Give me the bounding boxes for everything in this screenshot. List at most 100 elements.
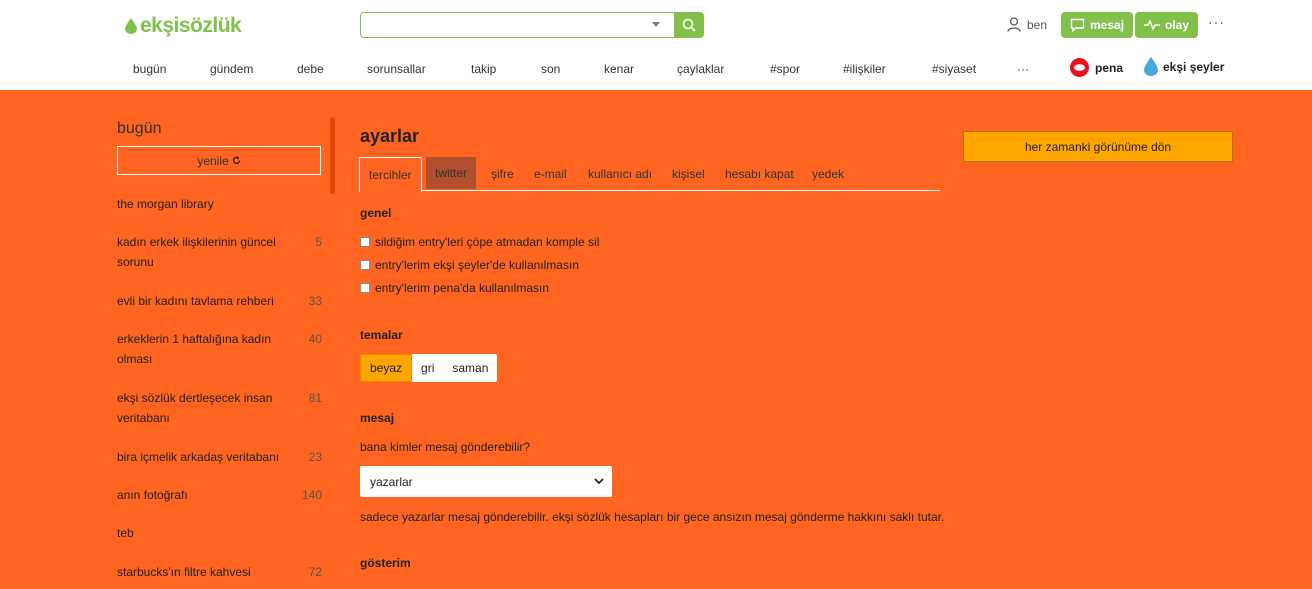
genel-heading: genel (360, 206, 392, 220)
topic-count: 5 (315, 235, 322, 249)
checkbox-delete-permanently[interactable]: sildiğim entry'leri çöpe atmadan komple … (360, 235, 599, 249)
eksi-seyler-label: ekşi şeyler (1163, 59, 1225, 74)
nav-item-more[interactable]: ··· (1017, 62, 1029, 76)
pena-label: pena (1095, 60, 1124, 75)
topic-title: bira içmelik arkadaş veritabanı (117, 450, 280, 464)
checkbox-eksi-seyler-optout[interactable]: entry'lerim ekşi şeyler'de kullanılmasın (360, 258, 579, 272)
drop-icon (125, 18, 137, 34)
nav-item-bugun[interactable]: bugün (133, 62, 166, 76)
refresh-icon (232, 156, 240, 165)
theme-switcher: beyaz gri saman (360, 354, 498, 382)
sidebar-topic[interactable]: evli bir kadını tavlama rehberi 33 (117, 291, 327, 311)
logo[interactable]: ekşisözlük (125, 14, 242, 38)
tab-sifre[interactable]: şifre (491, 157, 514, 191)
settings-tabs: tercihler twitter şifre e-mail kullanıcı… (359, 157, 940, 192)
checkbox-label: entry'lerim ekşi şeyler'de kullanılmasın (375, 258, 579, 272)
refresh-label: yenile (197, 153, 229, 168)
topic-title: ekşi sözlük dertleşecek insan veritabanı (117, 391, 273, 425)
sidebar-topic[interactable]: the morgan library (117, 194, 327, 214)
theme-option-gri[interactable]: gri (412, 354, 443, 382)
topic-count: 140 (301, 488, 322, 502)
nav-item-caylaklar[interactable]: çaylaklar (677, 62, 724, 76)
more-menu-icon[interactable]: ··· (1208, 14, 1225, 30)
olay-button[interactable]: olay (1135, 12, 1199, 38)
nav-item-spor[interactable]: #spor (770, 62, 800, 76)
nav-item-kenar[interactable]: kenar (604, 62, 634, 76)
topic-count: 40 (308, 332, 322, 346)
sidebar-topic[interactable]: teb (117, 523, 327, 543)
checkbox-label: entry'lerim pena'da kullanılmasın (375, 281, 549, 295)
theme-option-saman[interactable]: saman (443, 354, 497, 382)
nav-item-takip[interactable]: takip (471, 62, 496, 76)
checkbox[interactable] (360, 260, 370, 270)
olay-label: olay (1165, 18, 1190, 32)
nav-item-sorunsallar[interactable]: sorunsallar (367, 62, 426, 76)
tab-kisisel[interactable]: kişisel (672, 157, 705, 191)
search-bar (360, 12, 704, 38)
mesaj-label: mesaj (1090, 18, 1125, 32)
gosterim-heading: gösterim (360, 556, 411, 570)
mesaj-button[interactable]: mesaj (1061, 12, 1134, 38)
pena-icon (1070, 58, 1089, 77)
checkbox-pena-optout[interactable]: entry'lerim pena'da kullanılmasın (360, 281, 549, 295)
activity-icon (1144, 19, 1160, 31)
header: ekşisözlük ben mesaj olay ··· bugün günd… (0, 0, 1312, 90)
select-value: yazarlar (370, 474, 413, 489)
mesaj-permission-select[interactable]: yazarlar (360, 466, 612, 497)
user-icon (1007, 17, 1021, 32)
topic-count: 72 (308, 565, 322, 579)
sidebar-title[interactable]: bugün (117, 120, 162, 138)
refresh-button[interactable]: yenile (117, 146, 321, 175)
tab-kullanici-adi[interactable]: kullanıcı adı (588, 157, 652, 191)
checkbox[interactable] (360, 237, 370, 247)
logo-text: ekşisözlük (140, 14, 242, 37)
topic-title: the morgan library (117, 197, 214, 211)
topic-count: 23 (308, 450, 322, 464)
chevron-down-icon (594, 478, 604, 485)
sidebar-topic[interactable]: bira içmelik arkadaş veritabanı 23 (117, 447, 327, 467)
sidebar-topic[interactable]: anın fotoğrafı 140 (117, 485, 327, 505)
sidebar-topic[interactable]: ekşi sözlük dertleşecek insan veritabanı… (117, 388, 327, 428)
tab-yedek[interactable]: yedek (812, 157, 844, 191)
user-label: ben (1027, 17, 1048, 32)
nav-item-gundem[interactable]: gündem (210, 62, 253, 76)
classic-view-button[interactable]: her zamanki görünüme dön (963, 131, 1233, 162)
topic-title: anın fotoğrafı (117, 488, 188, 502)
topic-title: kadın erkek ilişkilerinin güncel sorunu (117, 235, 276, 269)
eksi-seyler-link[interactable]: ekşi şeyler (1144, 57, 1224, 76)
nav-item-debe[interactable]: debe (297, 62, 324, 76)
topic-count: 81 (308, 391, 322, 405)
theme-option-beyaz[interactable]: beyaz (360, 354, 413, 382)
search-icon (682, 18, 696, 32)
search-input[interactable] (360, 12, 676, 38)
mesaj-question: bana kimler mesaj gönderebilir? (360, 440, 531, 454)
nav-item-iliskiler[interactable]: #ilişkiler (843, 62, 886, 76)
temalar-heading: temalar (360, 328, 403, 342)
nav-item-son[interactable]: son (541, 62, 560, 76)
topic-count: 33 (308, 294, 322, 308)
message-icon (1070, 18, 1085, 32)
sidebar-topic[interactable]: starbucks'ın filtre kahvesi 72 (117, 562, 327, 582)
mesaj-note: sadece yazarlar mesaj gönderebilir. ekşi… (360, 510, 945, 524)
tab-hesabi-kapat[interactable]: hesabı kapat (725, 157, 794, 191)
water-drop-icon (1144, 57, 1158, 76)
tab-tercihler[interactable]: tercihler (359, 157, 422, 192)
nav-item-siyaset[interactable]: #siyaset (932, 62, 976, 76)
sidebar-topic[interactable]: kadın erkek ilişkilerinin güncel sorunu … (117, 232, 327, 272)
topic-title: starbucks'ın filtre kahvesi (117, 565, 251, 579)
mesaj-heading: mesaj (360, 411, 395, 425)
dropdown-caret-icon[interactable] (652, 22, 660, 27)
tab-twitter[interactable]: twitter (426, 157, 477, 189)
checkbox[interactable] (360, 283, 370, 293)
pena-link[interactable]: pena (1069, 57, 1123, 78)
checkbox-label: sildiğim entry'leri çöpe atmadan komple … (375, 235, 600, 249)
topic-title: evli bir kadını tavlama rehberi (117, 294, 274, 308)
topic-title: erkeklerin 1 haftalığına kadın olması (117, 332, 272, 366)
sidebar-topic[interactable]: erkeklerin 1 haftalığına kadın olması 40 (117, 329, 327, 369)
page-title: ayarlar (360, 126, 420, 146)
sidebar-scrollbar[interactable] (330, 117, 335, 194)
search-button[interactable] (674, 12, 704, 38)
tab-email[interactable]: e-mail (534, 157, 567, 191)
topic-title: teb (117, 526, 134, 540)
user-menu[interactable]: ben (1007, 17, 1047, 32)
